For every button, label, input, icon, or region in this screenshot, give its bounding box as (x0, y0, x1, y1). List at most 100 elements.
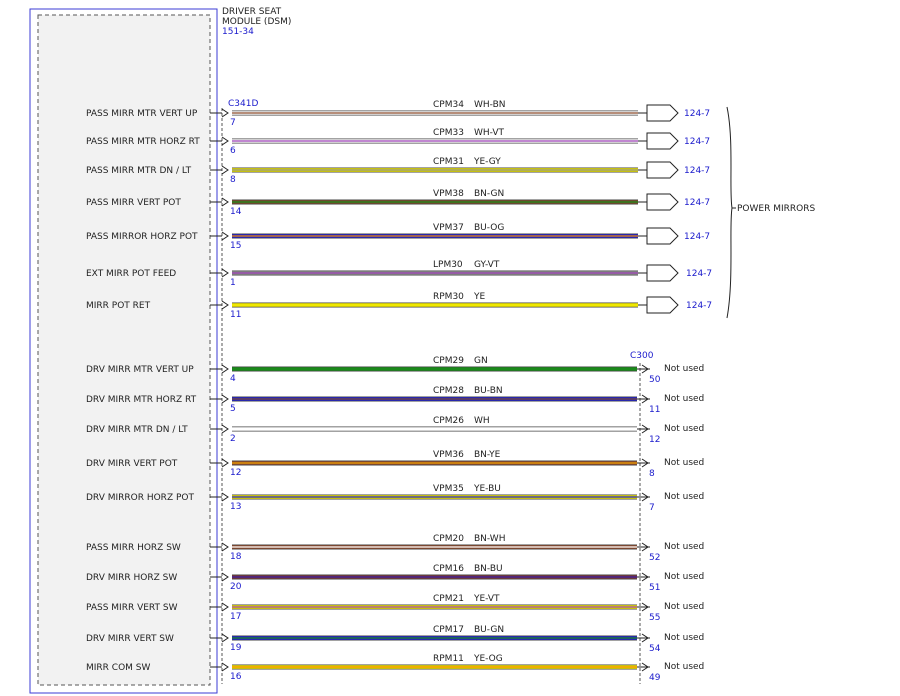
pin-number[interactable]: 14 (230, 207, 242, 217)
circuit-label: PASS MIRROR HORZ POT (86, 232, 198, 242)
pin-number[interactable]: 17 (230, 612, 241, 622)
pin-number[interactable]: 19 (230, 643, 242, 653)
circuit-id: VPM37 (433, 223, 464, 233)
connector-arrow-icon (221, 662, 229, 672)
not-used-label: Not used (664, 662, 704, 672)
destination-ref[interactable]: 124-7 (684, 232, 710, 242)
circuit-label: PASS MIRR MTR VERT UP (86, 109, 198, 119)
wire-color-code: BN-BU (474, 564, 503, 574)
wire-color-code: BU-GN (474, 625, 504, 635)
destination-ref[interactable]: 124-7 (686, 301, 712, 311)
pin-number[interactable]: 54 (649, 644, 661, 654)
module-title-line1: DRIVER SEAT (222, 7, 282, 17)
circuit-id: CPM26 (433, 416, 464, 426)
connector-arrow-icon (221, 492, 229, 502)
pin-number[interactable]: 2 (230, 434, 236, 444)
pin-number[interactable]: 50 (649, 375, 661, 385)
pin-number[interactable]: 11 (230, 310, 241, 320)
wire-color-code: BN-GN (474, 189, 504, 199)
circuit-id: CPM21 (433, 594, 464, 604)
pin-number[interactable]: 12 (649, 435, 660, 445)
destination-ref[interactable]: 124-7 (684, 166, 710, 176)
module-title-line2: MODULE (DSM) (222, 17, 291, 27)
wiring-diagram-canvas: DRIVER SEAT MODULE (DSM) 151-34 C341D C3… (0, 0, 900, 696)
wire-color-code: BU-OG (474, 223, 504, 233)
power-mirrors-brace (726, 106, 733, 319)
circuit-id: VPM35 (433, 484, 464, 494)
connector-arrow-icon (221, 136, 229, 146)
pin-number[interactable]: 55 (649, 613, 660, 623)
offpage-connector-icon (646, 264, 679, 282)
destination-ref[interactable]: 124-7 (684, 137, 710, 147)
pin-number[interactable]: 7 (649, 503, 655, 513)
pin-number[interactable]: 8 (649, 469, 655, 479)
pin-number[interactable]: 12 (230, 468, 241, 478)
circuit-id: VPM36 (433, 450, 464, 460)
wire-color-code: YE-BU (473, 484, 501, 494)
circuit-id: CPM29 (433, 356, 464, 366)
connector-arrow-icon (221, 197, 229, 207)
circuit-label: DRV MIRR MTR HORZ RT (86, 395, 197, 405)
circuit-id: RPM11 (433, 654, 464, 664)
pin-number[interactable]: 13 (230, 502, 241, 512)
connector-arrow-icon (221, 602, 229, 612)
pin-number[interactable]: 20 (230, 582, 242, 592)
pin-number[interactable]: 5 (230, 404, 236, 414)
pin-number[interactable]: 52 (649, 553, 660, 563)
connector-arrow-icon (221, 633, 229, 643)
circuit-label: PASS MIRR VERT POT (86, 198, 181, 208)
wire-color-code: WH-VT (474, 128, 505, 138)
offpage-connector-icon (646, 193, 679, 211)
module-ref[interactable]: 151-34 (222, 27, 254, 37)
circuit-label: DRV MIRR VERT POT (86, 459, 178, 469)
pin-number[interactable]: 6 (230, 146, 236, 156)
group-label: POWER MIRRORS (737, 204, 815, 214)
not-used-label: Not used (664, 458, 704, 468)
offpage-connector-icon (646, 227, 679, 245)
wire-color-code: BN-YE (474, 450, 501, 460)
offpage-connector-icon (646, 132, 679, 150)
connector-arrow-icon (221, 572, 229, 582)
pin-number[interactable]: 4 (230, 374, 236, 384)
circuit-id: CPM31 (433, 157, 464, 167)
circuit-id: CPM17 (433, 625, 464, 635)
destination-ref[interactable]: 124-7 (684, 198, 710, 208)
connector-arrow-icon (221, 424, 229, 434)
circuit-id: CPM28 (433, 386, 464, 396)
not-used-label: Not used (664, 572, 704, 582)
pin-number[interactable]: 49 (649, 673, 661, 683)
pin-number[interactable]: 1 (230, 278, 236, 288)
circuit-label: PASS MIRR VERT SW (86, 603, 178, 613)
circuit-id: RPM30 (433, 292, 464, 302)
not-used-label: Not used (664, 364, 704, 374)
pin-number[interactable]: 18 (230, 552, 242, 562)
pin-number[interactable]: 51 (649, 583, 660, 593)
destination-ref[interactable]: 124-7 (684, 109, 710, 119)
pin-number[interactable]: 7 (230, 118, 236, 128)
connector-arrow-icon (221, 394, 229, 404)
circuit-label: DRV MIRR HORZ SW (86, 573, 177, 583)
connector-right-label[interactable]: C300 (630, 351, 654, 361)
circuit-label: MIRR POT RET (86, 301, 151, 311)
wire-color-code: WH (474, 416, 490, 426)
not-used-label: Not used (664, 394, 704, 404)
connector-arrow-icon (221, 108, 229, 118)
circuit-label: DRV MIRR MTR VERT UP (86, 365, 194, 375)
connector-arrow-icon (221, 231, 229, 241)
pin-number[interactable]: 15 (230, 241, 241, 251)
circuit-id: LPM30 (433, 260, 463, 270)
pin-number[interactable]: 11 (649, 405, 660, 415)
offpage-connector-icon (646, 104, 679, 122)
circuit-label: EXT MIRR POT FEED (86, 269, 176, 279)
destination-ref[interactable]: 124-7 (686, 269, 712, 279)
circuit-id: CPM16 (433, 564, 464, 574)
pin-number[interactable]: 8 (230, 175, 236, 185)
wire-color-code: YE-GY (473, 157, 501, 167)
connector-left-label[interactable]: C341D (228, 99, 258, 109)
connector-arrow-icon (221, 364, 229, 374)
wire-color-code: WH-BN (474, 100, 506, 110)
wire-color-code: GN (474, 356, 488, 366)
pin-number[interactable]: 16 (230, 672, 242, 682)
circuit-id: VPM38 (433, 189, 464, 199)
connector-arrow-icon (221, 268, 229, 278)
